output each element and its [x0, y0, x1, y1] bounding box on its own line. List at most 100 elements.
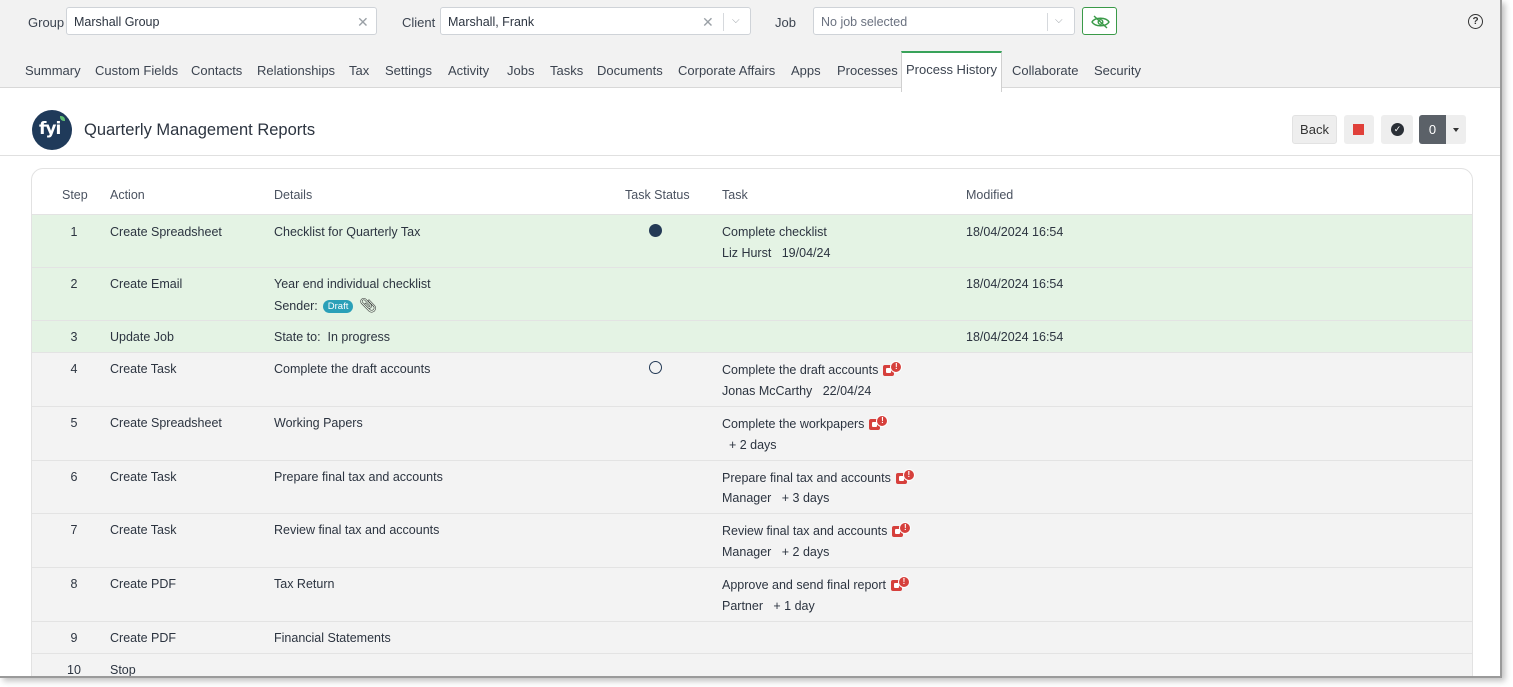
task-assignee: Manager + 2 days — [722, 545, 830, 559]
modified-cell: 18/04/2024 16:54 — [966, 277, 1064, 291]
table-row: 9 Create PDF Financial Statements — [32, 621, 1472, 653]
action-cell: Create PDF — [110, 631, 176, 645]
details-cell: Year end individual checklist — [274, 277, 431, 291]
action-cell: Create Spreadsheet — [110, 225, 222, 239]
step-number: 8 — [70, 577, 78, 591]
task-cell: Complete the draft accounts! — [722, 361, 903, 377]
tab-security[interactable]: Security — [1094, 45, 1141, 87]
help-icon[interactable]: ? — [1468, 14, 1483, 29]
filter-bar: Group Marshall Group ✕ Client Marshall, … — [0, 0, 1500, 46]
table-row: 3 Update Job State to: In progress 18/04… — [32, 320, 1472, 352]
step-number: 3 — [70, 330, 78, 344]
task-link[interactable]: Prepare final tax and accounts — [722, 471, 891, 485]
page-title: Quarterly Management Reports — [84, 121, 316, 139]
select-divider — [1047, 13, 1048, 31]
step-number: 2 — [70, 277, 78, 291]
task-alert-icon[interactable]: ! — [892, 522, 912, 538]
client-label: Client — [402, 15, 436, 30]
tab-relationships[interactable]: Relationships — [257, 45, 335, 87]
tab-settings[interactable]: Settings — [385, 45, 432, 87]
caret-down-icon — [1453, 128, 1459, 132]
tab-documents[interactable]: Documents — [597, 45, 663, 87]
tab-process-history[interactable]: Process History — [901, 51, 1002, 92]
step-number: 4 — [70, 362, 78, 376]
hide-toggle-button[interactable] — [1082, 7, 1117, 35]
logo-text: fyi — [39, 119, 61, 139]
table-row: 1 Create Spreadsheet Checklist for Quart… — [32, 214, 1472, 267]
step-number: 7 — [70, 523, 78, 537]
action-cell: Create Task — [110, 362, 177, 376]
action-cell: Create Task — [110, 523, 177, 537]
chevron-down-icon[interactable]: ⌵ — [1055, 15, 1063, 26]
task-assignee: Manager + 3 days — [722, 491, 830, 505]
tab-custom-fields[interactable]: Custom Fields — [95, 45, 178, 87]
details-cell: Prepare final tax and accounts — [274, 470, 443, 484]
modified-cell: 18/04/2024 16:54 — [966, 225, 1064, 239]
column-header-task: Task — [722, 188, 748, 202]
task-assignee: Jonas McCarthy 22/04/24 — [722, 384, 872, 398]
task-alert-icon[interactable]: ! — [891, 576, 910, 592]
column-header-task-status: Task Status — [625, 188, 690, 202]
tab-summary[interactable]: Summary — [25, 45, 81, 87]
tab-jobs[interactable]: Jobs — [507, 45, 534, 87]
complete-button[interactable]: ✓ — [1381, 115, 1413, 144]
step-number: 5 — [70, 416, 78, 430]
tab-collaborate[interactable]: Collaborate — [1012, 45, 1079, 87]
job-select[interactable]: No job selected ⌵ — [813, 7, 1075, 35]
stop-button[interactable] — [1344, 115, 1374, 144]
paperclip-icon[interactable]: 📎︎ — [359, 297, 377, 314]
column-header-modified: Modified — [966, 188, 1014, 202]
tab-tasks[interactable]: Tasks — [550, 45, 583, 87]
job-label: Job — [775, 15, 796, 30]
process-history-table: Step Action Details Task Status Task Mod… — [31, 168, 1473, 677]
task-link[interactable]: Review final tax and accounts — [722, 524, 887, 538]
check-circle-icon: ✓ — [1391, 123, 1404, 136]
group-value: Marshall Group — [74, 15, 160, 29]
count-button[interactable]: 0 — [1419, 115, 1446, 144]
action-cell: Stop — [110, 663, 136, 677]
sender-line: Sender: Draft 📎︎ — [274, 297, 377, 314]
step-number: 9 — [70, 631, 78, 645]
tab-tax[interactable]: Tax — [349, 45, 369, 87]
client-select[interactable]: Marshall, Frank ✕ ⌵ — [440, 7, 751, 35]
tab-activity[interactable]: Activity — [448, 45, 489, 87]
tab-processes[interactable]: Processes — [837, 45, 898, 87]
leaf-icon — [60, 116, 65, 121]
action-cell: Create PDF — [110, 577, 176, 591]
stop-icon — [1353, 124, 1364, 135]
table-row: 7 Create Task Review final tax and accou… — [32, 513, 1472, 567]
chevron-down-icon[interactable]: ⌵ — [732, 15, 740, 26]
clear-client-icon[interactable]: ✕ — [702, 14, 714, 31]
tab-apps[interactable]: Apps — [791, 45, 821, 87]
back-button[interactable]: Back — [1292, 115, 1337, 144]
task-link[interactable]: Approve and send final report — [722, 578, 886, 592]
step-number: 1 — [70, 225, 78, 239]
task-link[interactable]: Complete the workpapers — [722, 417, 864, 431]
tab-contacts[interactable]: Contacts — [191, 45, 242, 87]
task-cell: Prepare final tax and accounts! — [722, 469, 915, 485]
table-row: 6 Create Task Prepare final tax and acco… — [32, 460, 1472, 513]
step-number: 10 — [67, 663, 81, 677]
action-cell: Create Spreadsheet — [110, 416, 222, 430]
task-due: + 2 days — [722, 438, 777, 452]
group-select[interactable]: Marshall Group ✕ — [66, 7, 377, 35]
table-row: 5 Create Spreadsheet Working Papers Comp… — [32, 406, 1472, 460]
action-cell: Create Task — [110, 470, 177, 484]
clear-group-icon[interactable]: ✕ — [357, 14, 369, 31]
client-value: Marshall, Frank — [448, 15, 535, 29]
task-link[interactable]: Complete checklist — [722, 225, 827, 239]
task-cell: Review final tax and accounts! — [722, 522, 912, 538]
details-cell: Financial Statements — [274, 631, 391, 645]
dropdown-button[interactable] — [1446, 115, 1466, 144]
tab-corporate-affairs[interactable]: Corporate Affairs — [678, 45, 775, 87]
task-alert-icon[interactable]: ! — [883, 361, 903, 377]
table-row: 10 Stop — [32, 653, 1472, 677]
sender-label: Sender: — [274, 299, 318, 313]
action-cell: Create Email — [110, 277, 183, 291]
task-alert-icon[interactable]: ! — [895, 469, 915, 485]
task-alert-icon[interactable]: ! — [869, 415, 889, 431]
task-link[interactable]: Complete the draft accounts — [722, 363, 878, 377]
action-cell: Update Job — [110, 330, 174, 344]
task-cell: Approve and send final report! — [722, 576, 910, 592]
details-cell: Review final tax and accounts — [274, 523, 440, 537]
